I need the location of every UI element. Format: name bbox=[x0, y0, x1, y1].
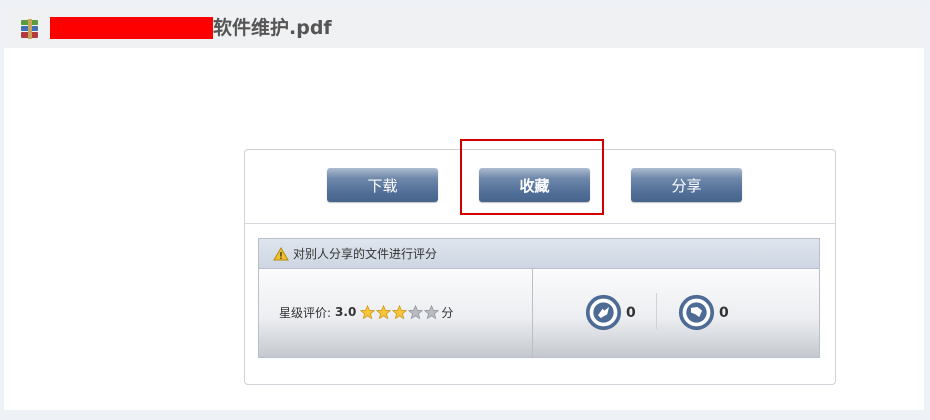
star-rating: 星级评价: 3.0 分 bbox=[279, 303, 453, 321]
rating-title: 对别人分享的文件进行评分 bbox=[293, 247, 438, 261]
page: 软件维护.pdf 下载 收藏 分享 对别人分享的文件进行评分 星级评价: 3.0 bbox=[4, 8, 924, 410]
warning-icon bbox=[273, 247, 289, 261]
star-rating-suffix: 分 bbox=[441, 305, 454, 320]
vote-up-count: 0 bbox=[626, 304, 636, 321]
divider bbox=[245, 223, 835, 224]
star-filled-icon[interactable] bbox=[360, 304, 376, 320]
download-button[interactable]: 下载 bbox=[327, 168, 438, 202]
rating-box: 对别人分享的文件进行评分 星级评价: 3.0 分 0 0 bbox=[258, 238, 820, 358]
star-list bbox=[360, 304, 440, 320]
vote-section: 0 0 bbox=[533, 269, 819, 357]
thumbs-up-icon bbox=[585, 294, 622, 331]
winrar-archive-icon bbox=[21, 19, 38, 39]
vote-down[interactable]: 0 bbox=[678, 294, 729, 331]
vote-down-count: 0 bbox=[719, 304, 729, 321]
redacted-filename bbox=[50, 17, 213, 39]
star-empty-icon[interactable] bbox=[424, 304, 440, 320]
star-rating-label: 星级评价: bbox=[279, 305, 332, 320]
star-empty-icon[interactable] bbox=[408, 304, 424, 320]
file-name: 软件维护.pdf bbox=[213, 17, 332, 39]
star-filled-icon[interactable] bbox=[392, 304, 408, 320]
rating-header: 对别人分享的文件进行评分 bbox=[259, 239, 819, 269]
star-rating-section: 星级评价: 3.0 分 bbox=[259, 269, 533, 357]
vote-up[interactable]: 0 bbox=[585, 294, 636, 331]
favorite-highlight-box bbox=[460, 139, 604, 215]
action-panel: 下载 收藏 分享 对别人分享的文件进行评分 星级评价: 3.0 分 0 0 bbox=[244, 139, 836, 385]
star-rating-value: 3.0 bbox=[335, 305, 357, 319]
share-button[interactable]: 分享 bbox=[631, 168, 742, 202]
thumbs-down-icon bbox=[678, 294, 715, 331]
file-title-bar: 软件维护.pdf bbox=[4, 8, 924, 48]
star-filled-icon[interactable] bbox=[376, 304, 392, 320]
vote-separator bbox=[656, 293, 657, 329]
